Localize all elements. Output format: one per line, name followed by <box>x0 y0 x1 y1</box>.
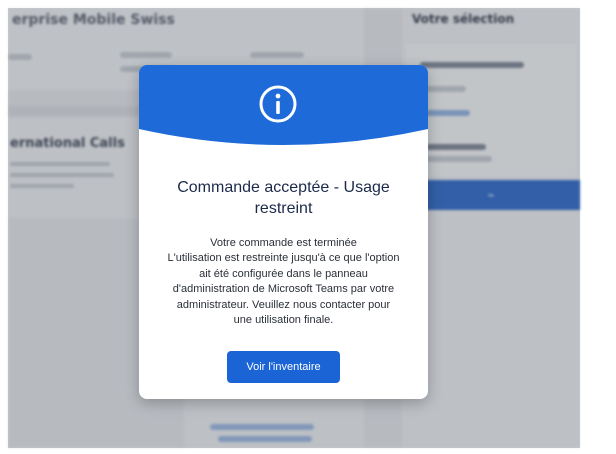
dialog-message-line: L'utilisation est restreinte jusqu'à ce … <box>167 252 400 265</box>
dialog-message-line: ait été configurée dans le panneau <box>199 267 368 280</box>
dialog-message-line: d'administration de Microsoft Teams par … <box>172 283 395 296</box>
order-accepted-dialog: Commande acceptée - Usage restreint Votr… <box>139 65 428 399</box>
info-icon <box>258 84 298 124</box>
view-inventory-button[interactable]: Voir l'inventaire <box>227 351 340 383</box>
dialog-message-line: une utilisation finale. <box>233 314 334 327</box>
dialog-message-line: administrateur. Veuillez nous contacter … <box>176 298 391 311</box>
dialog-message-line: Votre commande est terminée <box>210 237 357 249</box>
dialog-message: Votre commande est terminée L'utilisatio… <box>153 236 414 328</box>
dialog-title: Commande acceptée - Usage restreint <box>177 179 390 217</box>
dialog-header <box>139 65 428 147</box>
